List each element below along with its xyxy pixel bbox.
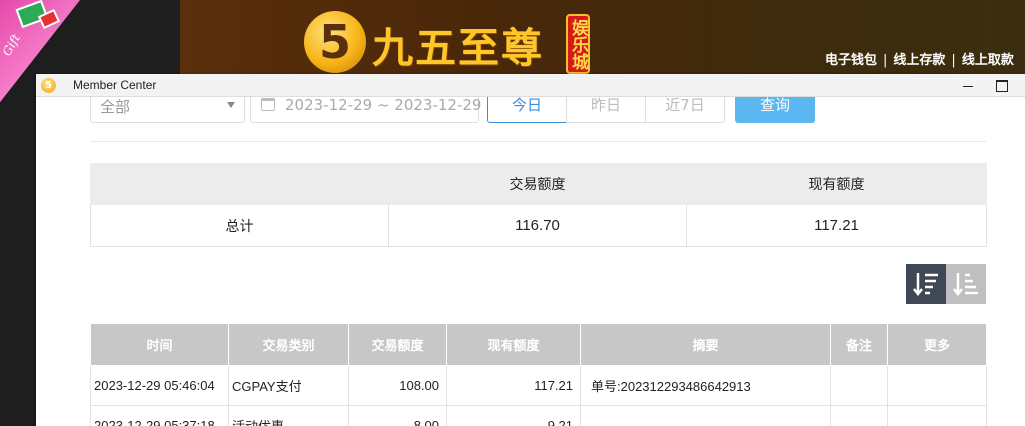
yesterday-button[interactable]: 昨日 (566, 97, 646, 123)
summary-header-amount: 交易额度 (388, 163, 687, 205)
cell-summary: 单号:202312293486642913 (580, 364, 831, 406)
summary-header-row: 交易额度 现有额度 (90, 163, 987, 205)
col-header-summary: 摘要 (580, 324, 831, 366)
col-header-more: 更多 (887, 324, 987, 366)
sort-descending-icon (913, 273, 938, 297)
col-header-time[interactable]: 时间 (90, 324, 229, 366)
cell-more[interactable] (887, 404, 987, 426)
summary-table: 交易额度 现有额度 总计 116.70 117.21 (90, 163, 987, 247)
logo-badge: 娱乐城 (566, 14, 590, 74)
sort-ascending-icon (953, 273, 978, 297)
logo-digit: 5 (318, 15, 351, 69)
transaction-type-select[interactable]: 全部 (90, 97, 245, 123)
app-logo-icon: 5 (41, 78, 56, 93)
e-wallet-link[interactable]: 电子钱包 (825, 53, 877, 68)
col-header-note: 备注 (830, 324, 888, 366)
member-center-window: 5 Member Center 全部 2023-12-29 ~ 2023-12-… (36, 74, 1025, 426)
minimize-icon[interactable] (960, 76, 976, 94)
member-center-content: 全部 2023-12-29 ~ 2023-12-29 今日 昨日 近7日 查询 … (36, 97, 1025, 426)
sort-ascending-button[interactable] (946, 264, 986, 304)
total-label: 总计 (90, 204, 389, 247)
current-balance: 117.21 (686, 204, 987, 247)
chevron-down-icon (227, 102, 235, 108)
table-row[interactable]: 2023-12-29 05:37:18 活动优惠 8.00 9.21 (90, 404, 987, 426)
cell-balance: 9.21 (446, 404, 581, 426)
cell-note (830, 364, 888, 406)
sort-descending-button[interactable] (906, 264, 946, 304)
cell-amount: 8.00 (348, 404, 447, 426)
calendar-icon (261, 98, 275, 111)
cell-note (830, 404, 888, 426)
cell-time: 2023-12-29 05:37:18 (90, 404, 229, 426)
today-button[interactable]: 今日 (487, 97, 567, 123)
top-nav-links: 电子钱包 | 线上存款 | 线上取款 (825, 49, 1014, 68)
summary-header-blank (90, 163, 389, 205)
summary-total-row: 总计 116.70 117.21 (90, 204, 987, 247)
summary-header-balance: 现有额度 (686, 163, 987, 205)
cell-summary (580, 404, 831, 426)
cell-balance: 117.21 (446, 364, 581, 406)
divider (90, 141, 986, 142)
date-range-value: 2023-12-29 ~ 2023-12-29 (285, 97, 482, 114)
cell-time: 2023-12-29 05:46:04 (90, 364, 229, 406)
maximize-icon[interactable] (994, 76, 1010, 94)
online-deposit-link[interactable]: 线上存款 (893, 53, 945, 68)
online-withdraw-link[interactable]: 线上取款 (962, 53, 1014, 68)
col-header-balance[interactable]: 现有额度 (446, 324, 581, 366)
window-title: Member Center (73, 78, 157, 92)
window-titlebar[interactable]: 5 Member Center (36, 74, 1025, 97)
col-header-type[interactable]: 交易类别 (228, 324, 349, 366)
type-select-value: 全部 (100, 98, 131, 116)
cell-more[interactable] (887, 364, 987, 406)
promo-script-text: Gift (0, 31, 24, 59)
col-header-amount[interactable]: 交易额度 (348, 324, 447, 366)
last-7-days-button[interactable]: 近7日 (645, 97, 725, 123)
link-separator: | (883, 53, 888, 68)
link-separator: | (951, 53, 956, 68)
transaction-header-row: 时间 交易类别 交易额度 现有额度 摘要 备注 更多 (90, 324, 987, 366)
date-range-picker[interactable]: 2023-12-29 ~ 2023-12-29 (250, 97, 482, 123)
site-logo-text[interactable]: 九五至尊 (372, 14, 544, 74)
transaction-table: 时间 交易类别 交易额度 现有额度 摘要 备注 更多 2023-12-29 05… (90, 324, 987, 426)
cell-type: CGPAY支付 (228, 364, 349, 406)
site-logo-icon[interactable]: 5 (304, 11, 366, 73)
cell-type: 活动优惠 (228, 404, 349, 426)
cell-amount: 108.00 (348, 364, 447, 406)
table-row[interactable]: 2023-12-29 05:46:04 CGPAY支付 108.00 117.2… (90, 364, 987, 406)
total-amount: 116.70 (388, 204, 687, 247)
search-button[interactable]: 查询 (735, 97, 815, 123)
